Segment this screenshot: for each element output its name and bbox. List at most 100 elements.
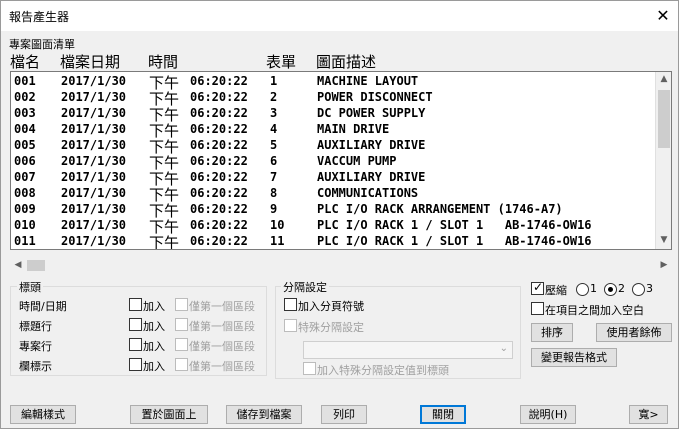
- list-item[interactable]: 005 2017/1/30 下午 06:20:22 5 AUXILIARY DRIVE: [11, 138, 656, 156]
- list-item-time: 06:20:22: [190, 218, 248, 232]
- list-item[interactable]: 011 2017/1/30 下午 06:20:22 11 PLC I/O RACK 1 /…: [11, 234, 656, 249]
- list-item-sheet: 4: [270, 122, 278, 136]
- list-item-file: 010: [14, 218, 36, 232]
- compress-checkbox[interactable]: [531, 280, 544, 295]
- list-item-date: 2017/1/30: [61, 170, 127, 184]
- help-button[interactable]: 說明(H): [520, 405, 576, 424]
- special-separator-label: 特殊分隔設定: [298, 321, 364, 334]
- list-item-sheet: 9: [270, 202, 278, 216]
- page-break-label: 加入分頁符號: [298, 300, 364, 313]
- header-group-title: 標頭: [17, 279, 43, 295]
- column-header-file: 檔名: [10, 53, 41, 71]
- header-add-label: 加入: [143, 320, 165, 333]
- vertical-scroll-thumb[interactable]: [658, 90, 670, 148]
- radio-option-2[interactable]: [604, 283, 617, 296]
- list-item-file: 008: [14, 186, 36, 200]
- list-item[interactable]: 001 2017/1/30 下午 06:20:22 1 MACHINE LAYOUT: [11, 74, 656, 92]
- list-item[interactable]: 010 2017/1/30 下午 06:20:22 10 PLC I/O RACK 1 /…: [11, 218, 656, 236]
- list-item[interactable]: 008 2017/1/30 下午 06:20:22 8 COMMUNICATIONS: [11, 186, 656, 204]
- header-first-section-checkbox[interactable]: [175, 338, 188, 351]
- list-item-time: 06:20:22: [190, 138, 248, 152]
- list-item-desc: AUXILIARY DRIVE: [317, 138, 426, 152]
- blank-between-checkbox[interactable]: [531, 302, 544, 315]
- radio-option-3[interactable]: [632, 283, 645, 296]
- header-add-label: 加入: [143, 340, 165, 353]
- edit-style-button[interactable]: 編輯樣式: [10, 405, 76, 424]
- place-on-drawing-button[interactable]: 置於圖面上: [130, 405, 208, 424]
- list-item-date: 2017/1/30: [61, 138, 127, 152]
- radio-option-1[interactable]: [576, 283, 589, 296]
- list-item-time: 06:20:22: [190, 106, 248, 120]
- horizontal-scroll-thumb[interactable]: [27, 260, 45, 271]
- list-item-date: 2017/1/30: [61, 122, 127, 136]
- special-to-header-label: 加入特殊分隔設定值到標頭: [317, 364, 449, 377]
- list-item[interactable]: 003 2017/1/30 下午 06:20:22 3 DC POWER SUPPLY: [11, 106, 656, 124]
- arrow-left-icon[interactable]: ◀: [10, 260, 26, 270]
- arrow-down-icon[interactable]: ▼: [656, 235, 671, 245]
- radio-option-1-label: 1: [590, 282, 597, 295]
- radio-option-3-label: 3: [646, 282, 653, 295]
- special-to-header-checkbox[interactable]: [303, 362, 316, 375]
- list-item-desc: PLC I/O RACK 1 / SLOT 1 AB-1746-OW16: [317, 234, 592, 248]
- list-item-time: 06:20:22: [190, 90, 248, 104]
- window-title: 報告產生器: [9, 10, 70, 24]
- list-item[interactable]: 009 2017/1/30 下午 06:20:22 9 PLC I/O RACK ARRA…: [11, 202, 656, 220]
- title-bar[interactable]: 報告產生器 ✕: [1, 1, 678, 31]
- list-item[interactable]: 007 2017/1/30 下午 06:20:22 7 AUXILIARY DRIVE: [11, 170, 656, 188]
- user-layout-button[interactable]: 使用者餘佈: [596, 323, 672, 342]
- drawing-list[interactable]: 001 2017/1/30 下午 06:20:22 1 MACHINE LAYOUT 002…: [10, 71, 672, 250]
- wide-button[interactable]: 寬>: [629, 405, 668, 424]
- list-item-file: 006: [14, 154, 36, 168]
- chevron-down-icon: ⌄: [499, 343, 508, 354]
- arrow-up-icon[interactable]: ▲: [656, 74, 671, 84]
- list-item-date: 2017/1/30: [61, 74, 127, 88]
- save-to-file-button[interactable]: 儲存到檔案: [226, 405, 302, 424]
- special-separator-checkbox[interactable]: [284, 319, 297, 332]
- list-item-desc: COMMUNICATIONS: [317, 186, 419, 200]
- header-add-checkbox[interactable]: [129, 298, 142, 311]
- special-separator-select[interactable]: ⌄: [303, 341, 513, 359]
- header-first-section-checkbox[interactable]: [175, 358, 188, 371]
- list-item-date: 2017/1/30: [61, 154, 127, 168]
- compress-label: 壓縮: [545, 284, 567, 297]
- radio-option-2-label: 2: [618, 282, 625, 295]
- list-item-date: 2017/1/30: [61, 202, 127, 216]
- header-add-checkbox[interactable]: [129, 358, 142, 371]
- vertical-scrollbar[interactable]: ▲ ▼: [655, 72, 671, 249]
- horizontal-scrollbar[interactable]: ◀ ▶: [10, 257, 672, 274]
- list-item-sheet: 5: [270, 138, 278, 152]
- header-first-section-label: 僅第一個區段: [189, 340, 255, 353]
- report-generator-window: 報告產生器 ✕ 專案圖面清單 檔名 檔案日期 時間 表單 圖面描述 001 201…: [0, 0, 679, 429]
- print-button[interactable]: 列印: [321, 405, 367, 424]
- list-item-date: 2017/1/30: [61, 90, 127, 104]
- header-first-section-checkbox[interactable]: [175, 298, 188, 311]
- header-first-section-checkbox[interactable]: [175, 318, 188, 331]
- list-item-file: 004: [14, 122, 36, 136]
- header-first-section-label: 僅第一個區段: [189, 320, 255, 333]
- list-item-sheet: 10: [270, 218, 285, 232]
- list-item-file: 009: [14, 202, 36, 216]
- page-break-checkbox[interactable]: [284, 298, 297, 311]
- header-add-checkbox[interactable]: [129, 338, 142, 351]
- list-item[interactable]: 006 2017/1/30 下午 06:20:22 6 VACCUM PUMP: [11, 154, 656, 172]
- list-section-label: 專案圖面清單: [9, 38, 75, 51]
- change-format-button[interactable]: 變更報告格式: [531, 348, 617, 367]
- list-item[interactable]: 002 2017/1/30 下午 06:20:22 2 POWER DISCONNECT: [11, 90, 656, 108]
- header-row-label: 欄標示: [19, 360, 52, 373]
- sort-button[interactable]: 排序: [531, 323, 573, 342]
- list-item-sheet: 2: [270, 90, 278, 104]
- list-item[interactable]: 004 2017/1/30 下午 06:20:22 4 MAIN DRIVE: [11, 122, 656, 140]
- list-item-sheet: 8: [270, 186, 278, 200]
- list-item-file: 005: [14, 138, 36, 152]
- arrow-right-icon[interactable]: ▶: [656, 260, 672, 270]
- close-button[interactable]: 關閉: [420, 405, 466, 424]
- list-item-time: 06:20:22: [190, 234, 248, 248]
- list-item-date: 2017/1/30: [61, 106, 127, 120]
- list-item-desc: DC POWER SUPPLY: [317, 106, 426, 120]
- header-first-section-label: 僅第一個區段: [189, 300, 255, 313]
- list-item-file: 001: [14, 74, 36, 88]
- header-add-checkbox[interactable]: [129, 318, 142, 331]
- close-icon[interactable]: ✕: [651, 4, 675, 28]
- column-header-description: 圖面描述: [316, 53, 377, 71]
- list-item-file: 011: [14, 234, 36, 248]
